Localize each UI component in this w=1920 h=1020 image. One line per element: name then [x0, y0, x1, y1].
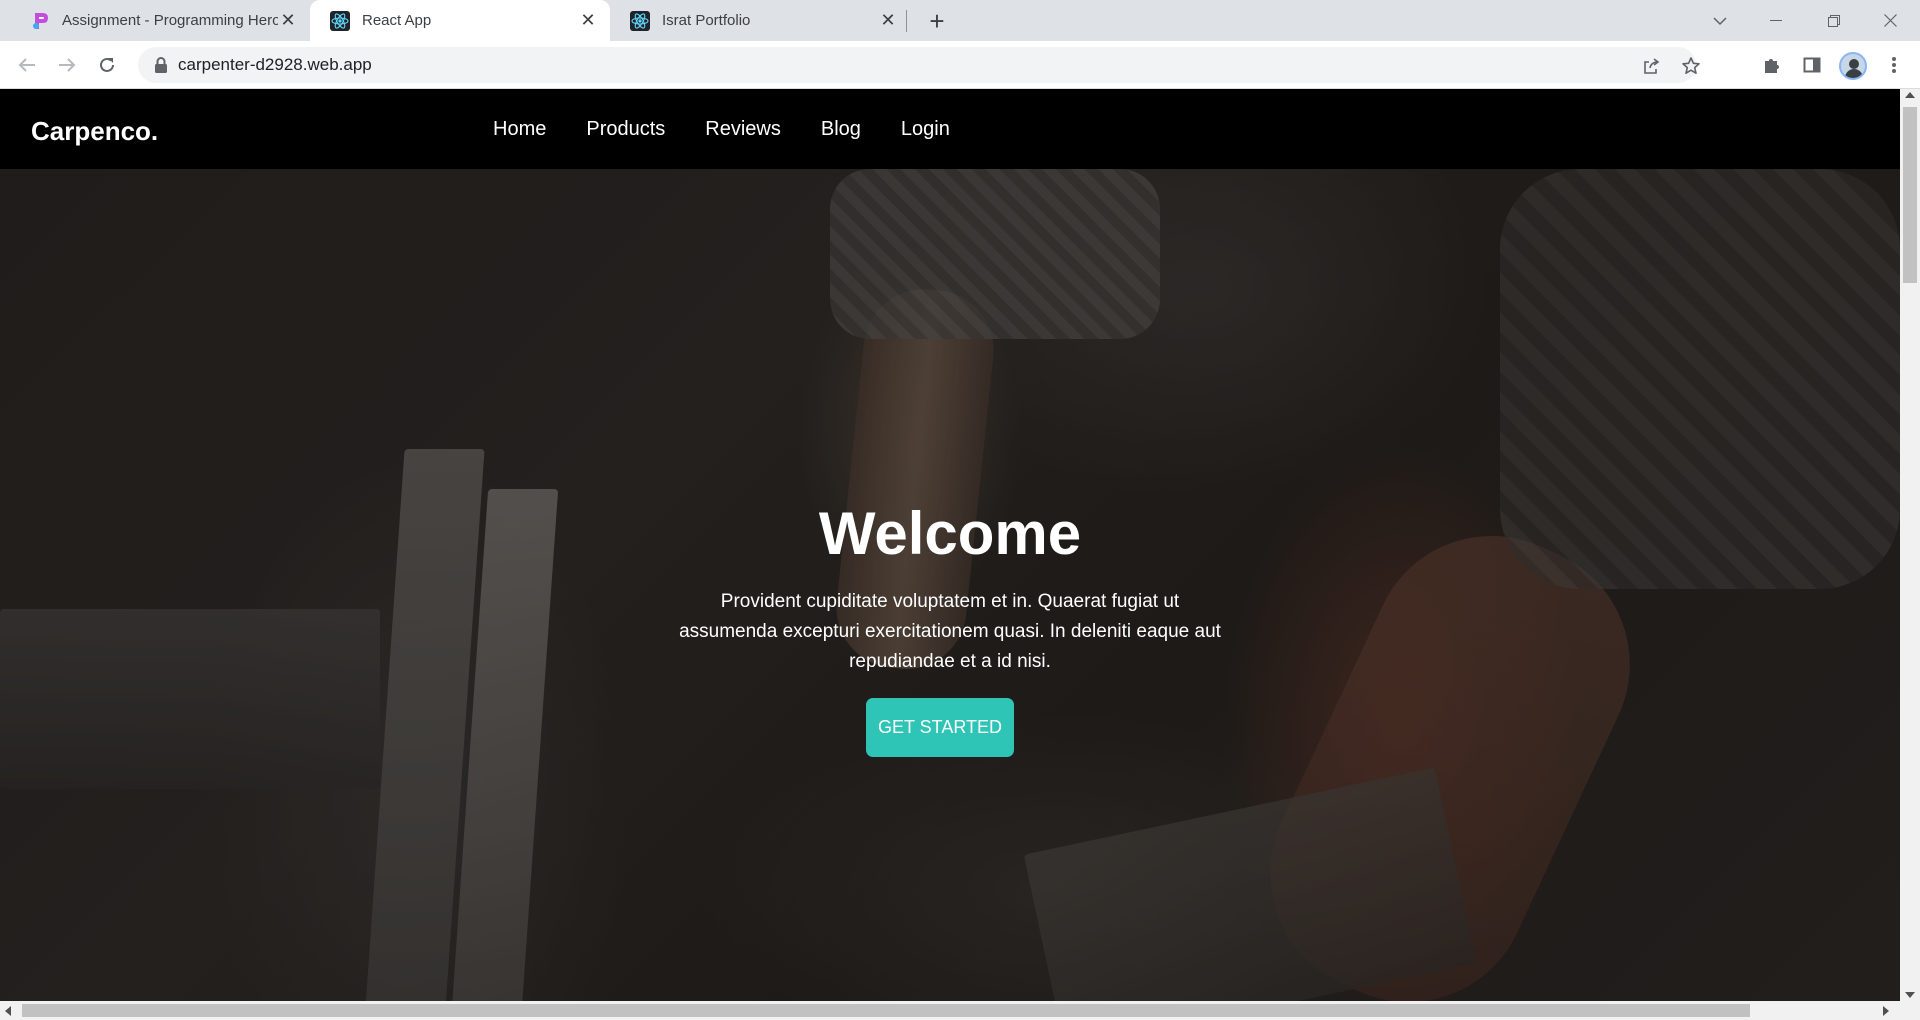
hero-title: Welcome: [818, 500, 1082, 567]
chevron-down-icon: [1713, 16, 1727, 25]
tab-assignment[interactable]: Assignment - Programming Hero ✕: [10, 0, 310, 41]
programming-hero-icon: [30, 11, 50, 31]
close-icon[interactable]: ✕: [878, 10, 898, 31]
menu-kebab-icon[interactable]: [1881, 52, 1907, 78]
url-text[interactable]: carpenter-d2928.web.app: [178, 47, 372, 83]
scroll-up-arrow-icon[interactable]: [1905, 92, 1915, 98]
close-window-button[interactable]: [1862, 0, 1918, 41]
tab-separator: [906, 10, 907, 32]
minimize-icon: [1770, 19, 1782, 21]
restore-button[interactable]: [1806, 0, 1862, 41]
new-tab-button[interactable]: +: [922, 6, 952, 36]
tab-title: Assignment - Programming Hero: [62, 12, 278, 29]
close-window-icon: [1883, 14, 1897, 27]
address-bar[interactable]: carpenter-d2928.web.app: [138, 47, 1700, 83]
side-panel-icon[interactable]: [1799, 52, 1825, 78]
back-button[interactable]: [12, 50, 42, 80]
extensions-puzzle-icon[interactable]: [1759, 52, 1785, 78]
scroll-down-arrow-icon[interactable]: [1905, 992, 1915, 998]
nav-link-products[interactable]: Products: [586, 118, 665, 141]
horizontal-scroll-thumb[interactable]: [22, 1004, 1750, 1017]
minimize-button[interactable]: [1748, 0, 1804, 41]
scroll-right-arrow-icon[interactable]: [1883, 1006, 1889, 1016]
profile-avatar[interactable]: [1839, 52, 1867, 80]
close-icon[interactable]: ✕: [278, 10, 298, 31]
site-navbar: Carpenco. Home Products Reviews Blog Log…: [0, 89, 1900, 169]
browser-tab-strip: Assignment - Programming Hero ✕ React Ap…: [0, 0, 1920, 41]
hero-description: Provident cupiditate voluptatem et in. Q…: [679, 591, 1221, 672]
tab-search-button[interactable]: [1692, 0, 1748, 41]
nav-link-login[interactable]: Login: [901, 118, 950, 141]
tab-title: Israt Portfolio: [662, 12, 751, 29]
reload-button[interactable]: [92, 50, 122, 80]
horizontal-scrollbar[interactable]: [0, 1001, 1920, 1020]
get-started-button[interactable]: GET STARTED: [866, 698, 1014, 757]
scroll-left-arrow-icon[interactable]: [5, 1006, 11, 1016]
restore-icon: [1828, 14, 1840, 27]
close-icon[interactable]: ✕: [578, 10, 598, 31]
arrow-left-icon: [18, 58, 35, 72]
nav-link-blog[interactable]: Blog: [821, 118, 861, 141]
nav-link-home[interactable]: Home: [493, 118, 546, 141]
share-icon[interactable]: [1640, 55, 1662, 77]
tab-react-app[interactable]: React App ✕: [310, 0, 610, 41]
reload-icon: [100, 57, 114, 72]
vertical-scrollbar[interactable]: [1900, 89, 1920, 1001]
browser-toolbar: carpenter-d2928.web.app: [0, 41, 1920, 89]
bookmark-star-icon[interactable]: [1680, 55, 1702, 77]
vertical-scroll-thumb[interactable]: [1903, 107, 1917, 283]
hero-section: Welcome Provident cupiditate voluptatem …: [0, 169, 1900, 1001]
page-viewport: Carpenco. Home Products Reviews Blog Log…: [0, 89, 1900, 1001]
tab-title: React App: [362, 12, 432, 29]
nav-link-reviews[interactable]: Reviews: [705, 118, 781, 141]
nav-menu: Home Products Reviews Blog Login: [493, 89, 990, 169]
react-icon: [330, 10, 350, 31]
tab-israt-portfolio[interactable]: Israt Portfolio ✕: [610, 0, 910, 41]
brand-logo[interactable]: Carpenco.: [31, 89, 158, 173]
lock-icon[interactable]: [152, 56, 170, 74]
react-icon: [630, 10, 650, 31]
hero-dark-overlay: [0, 169, 1900, 1001]
forward-button[interactable]: [52, 50, 82, 80]
arrow-right-icon: [59, 58, 76, 72]
